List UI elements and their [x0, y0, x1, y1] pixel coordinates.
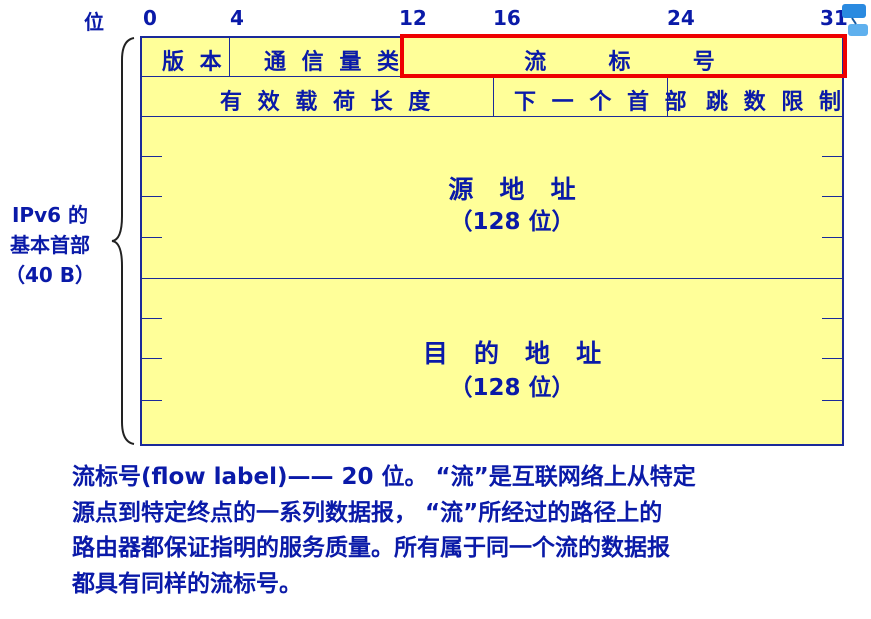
bit-24: 24 [667, 6, 695, 30]
destination-address-size: （128 位） [449, 375, 575, 401]
field-hop-limit: 跳 数 限 制 [706, 90, 845, 115]
bit-4: 4 [230, 6, 244, 30]
bit-label: 位 [84, 10, 104, 34]
tick-left [142, 318, 162, 319]
bit-0: 0 [143, 6, 157, 30]
header-size-label: IPv6 的 基本首部 （40 B） [0, 200, 100, 290]
description-line: 都具有同样的流标号。 [72, 570, 302, 597]
header-brace [111, 37, 135, 445]
tick-left [142, 156, 162, 157]
source-address-size: （128 位） [449, 209, 575, 235]
row2-divider [140, 116, 844, 117]
description-line: 路由器都保证指明的服务质量。所有属于同一个流的数据报 [72, 535, 670, 561]
tick-left [142, 237, 162, 238]
tick-right [822, 156, 842, 157]
side-label-line2: 基本首部 [10, 233, 90, 257]
destination-address-title: 目 的 地 址 [422, 339, 602, 368]
field-next-header: 下 一 个 首 部 [514, 90, 691, 115]
bit-12: 12 [399, 6, 427, 30]
bit-16: 16 [493, 6, 521, 30]
tick-right [822, 318, 842, 319]
source-address-title: 源 地 址 [448, 175, 576, 204]
description-line: 流标号(flow label)—— 20 位。 “流”是互联网络上从特定 [72, 464, 696, 490]
flow-label-description: 流标号(flow label)—— 20 位。 “流”是互联网络上从特定 源点到… [72, 460, 852, 602]
description-line: 源点到特定终点的一系列数据报， “流”所经过的路径上的 [72, 499, 663, 526]
version-divider [229, 36, 230, 76]
address-divider [140, 278, 844, 279]
field-payload-length: 有 效 载 荷 长 度 [220, 90, 435, 115]
flow-label-highlight [400, 34, 847, 78]
side-label-line3: （40 B） [4, 263, 96, 287]
payload-divider [493, 76, 494, 116]
field-version: 版 本 [162, 50, 226, 75]
tick-right [822, 237, 842, 238]
field-traffic-class: 通 信 量 类 [264, 50, 403, 75]
side-label-line1: IPv6 的 [11, 203, 88, 227]
